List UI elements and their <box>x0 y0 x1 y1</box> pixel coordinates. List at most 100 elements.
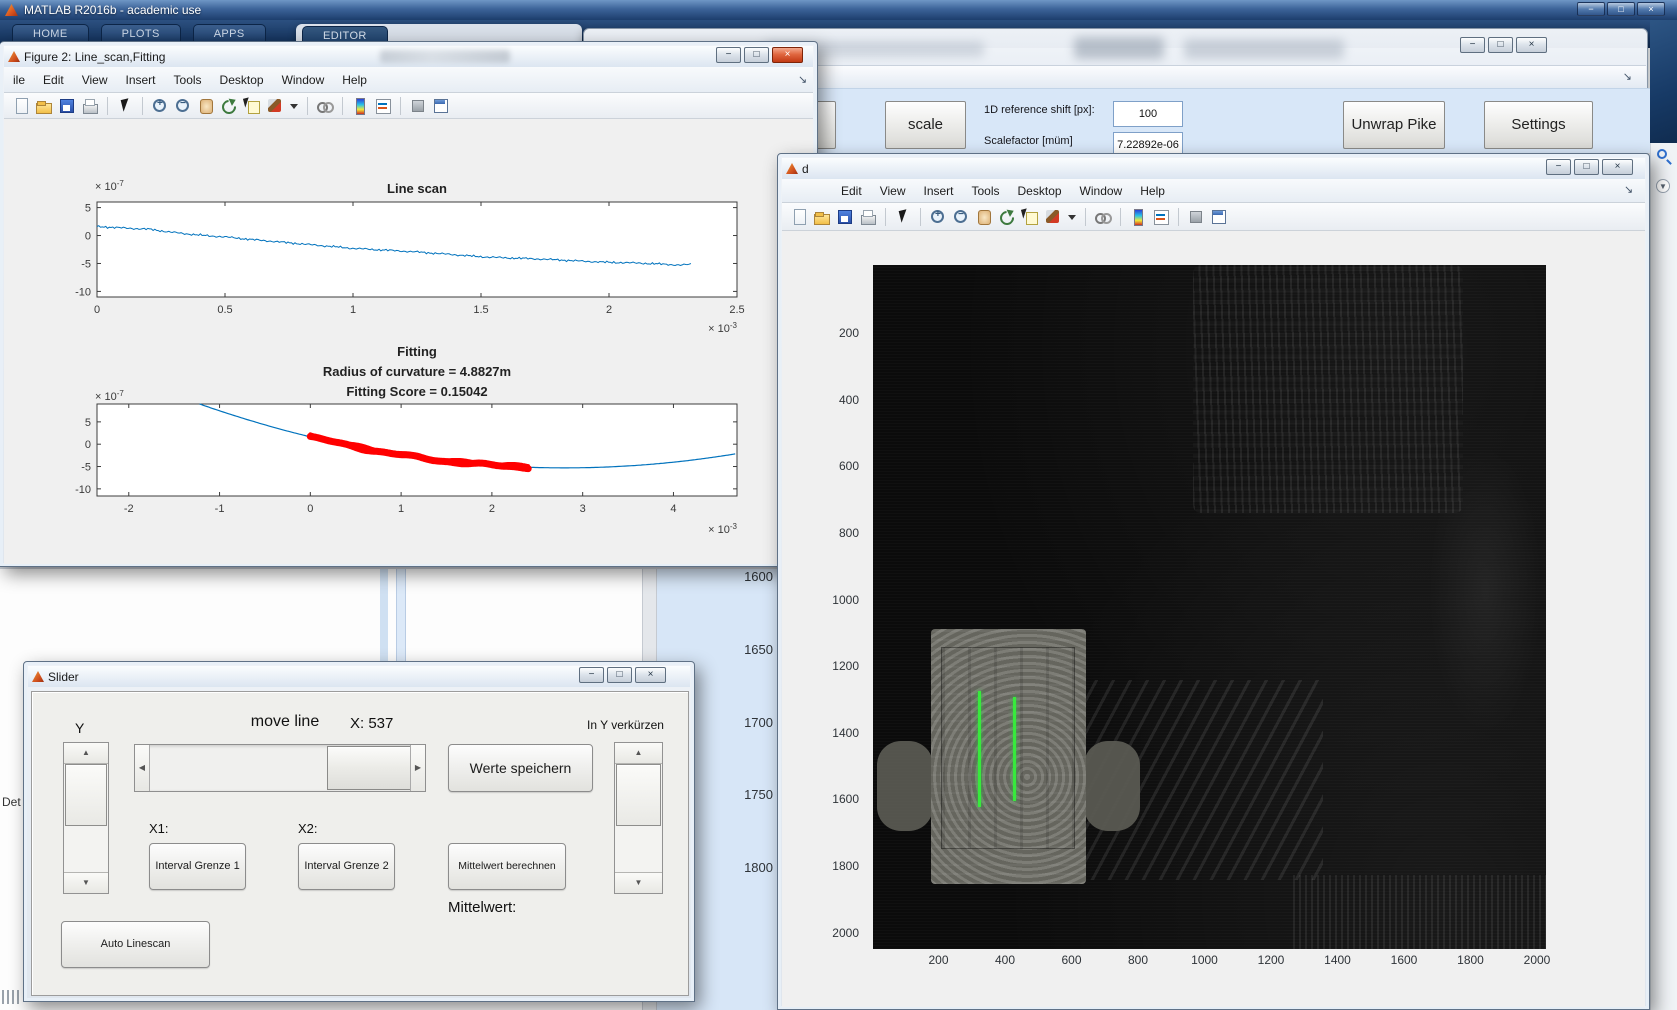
maximize-button[interactable]: □ <box>1574 159 1599 175</box>
down-arrow-icon[interactable]: ▼ <box>615 872 662 893</box>
menu-item[interactable]: Tools <box>165 73 211 87</box>
data-cursor-icon[interactable] <box>243 97 261 115</box>
maximize-button[interactable]: □ <box>744 47 769 63</box>
dock-arrow-icon[interactable]: ↘ <box>1623 70 1632 83</box>
svg-text:× 10-3: × 10-3 <box>708 321 737 335</box>
toolstrip-right-edge <box>1650 20 1677 143</box>
axis-tick-label: 400 <box>980 953 1030 967</box>
rightfig-titlebar[interactable]: d <box>782 158 1645 179</box>
minimize-button[interactable]: − <box>716 47 741 63</box>
menu-item[interactable]: Insert <box>914 184 962 198</box>
dock-arrow-icon[interactable]: ↘ <box>1624 183 1633 196</box>
dock-gray-icon[interactable] <box>1187 208 1205 226</box>
dock-window-icon[interactable] <box>432 97 450 115</box>
mittelwert-berechnen-button[interactable]: Mittelwert berechnen <box>448 843 566 890</box>
menu-item[interactable]: Desktop <box>1009 184 1071 198</box>
new-doc-icon[interactable] <box>12 97 30 115</box>
menu-item[interactable]: Help <box>333 73 376 87</box>
open-folder-icon[interactable] <box>35 97 53 115</box>
left-arrow-icon[interactable]: ◀ <box>135 745 150 791</box>
menu-item[interactable]: Insert <box>117 73 165 87</box>
minimize-button[interactable]: − <box>1577 2 1605 16</box>
save-icon[interactable] <box>836 208 854 226</box>
y-slider[interactable]: ▲ ▼ <box>63 742 109 894</box>
auto-linescan-button[interactable]: Auto Linescan <box>61 921 210 968</box>
maximize-button[interactable]: □ <box>607 667 632 683</box>
pan-icon[interactable] <box>975 208 993 226</box>
cursor-icon[interactable] <box>116 97 134 115</box>
pan-icon[interactable] <box>197 97 215 115</box>
in-y-slider-thumb[interactable] <box>616 764 661 826</box>
rotate-3d-icon[interactable] <box>998 208 1016 226</box>
menu-item[interactable]: Edit <box>832 184 871 198</box>
dock-arrow-icon[interactable]: ↘ <box>798 73 807 86</box>
unwrap-pike-button[interactable]: Unwrap Pike <box>1343 101 1445 149</box>
right-arrow-icon[interactable]: ▶ <box>410 745 425 791</box>
ref-shift-input[interactable] <box>1113 101 1183 127</box>
menu-item[interactable]: Tools <box>963 184 1009 198</box>
figure2-canvas: 00.511.522.550-5-10Line scan× 10-7× 10-3… <box>4 119 813 564</box>
close-button[interactable]: × <box>1637 2 1665 16</box>
colorbar-icon[interactable] <box>351 97 369 115</box>
menu-item[interactable]: View <box>871 184 915 198</box>
menu-item[interactable]: Edit <box>34 73 73 87</box>
dock-gray-icon[interactable] <box>409 97 427 115</box>
interval-grenze-2-button[interactable]: Interval Grenze 2 <box>298 843 395 890</box>
legend-icon[interactable] <box>1152 208 1170 226</box>
up-arrow-icon[interactable]: ▲ <box>64 743 108 764</box>
close-button[interactable]: × <box>635 667 666 683</box>
close-button[interactable]: × <box>772 47 803 63</box>
svg-text:Line scan: Line scan <box>387 181 447 196</box>
up-arrow-icon[interactable]: ▲ <box>615 743 662 764</box>
zoom-out-icon[interactable] <box>952 208 970 226</box>
toolbar-separator <box>342 97 343 115</box>
scale-button[interactable]: scale <box>885 101 966 149</box>
move-line-slider-thumb[interactable] <box>327 746 413 790</box>
colorbar-icon[interactable] <box>1129 208 1147 226</box>
rotate-3d-icon[interactable] <box>220 97 238 115</box>
menu-item[interactable]: ile <box>4 73 34 87</box>
y-slider-thumb[interactable] <box>65 764 107 826</box>
werte-speichern-button[interactable]: Werte speichern <box>448 744 593 792</box>
brush-icon[interactable] <box>1044 208 1062 226</box>
close-button[interactable]: × <box>1516 37 1547 53</box>
search-icon[interactable] <box>1657 149 1667 159</box>
interval-grenze-1-button[interactable]: Interval Grenze 1 <box>149 843 246 890</box>
move-line-slider[interactable]: ◀ ▶ <box>134 744 426 792</box>
menu-item[interactable]: Help <box>1131 184 1174 198</box>
menu-item[interactable]: View <box>73 73 117 87</box>
menu-item[interactable]: Desktop <box>211 73 273 87</box>
minimize-button[interactable]: − <box>579 667 604 683</box>
cursor-icon[interactable] <box>894 208 912 226</box>
down-arrow-icon[interactable]: ▼ <box>64 872 108 893</box>
open-folder-icon[interactable] <box>813 208 831 226</box>
data-cursor-icon[interactable] <box>1021 208 1039 226</box>
matlab-titlebar: MATLAB R2016b - academic use − □ × <box>0 0 1677 20</box>
print-icon[interactable] <box>81 97 99 115</box>
maximize-button[interactable]: □ <box>1607 2 1635 16</box>
close-button[interactable]: × <box>1602 159 1633 175</box>
in-y-slider[interactable]: ▲ ▼ <box>614 742 663 894</box>
maximize-button[interactable]: □ <box>1488 37 1513 53</box>
brush-icon[interactable] <box>266 97 284 115</box>
legend-icon[interactable] <box>374 97 392 115</box>
zoom-out-icon[interactable] <box>174 97 192 115</box>
minimize-button[interactable]: − <box>1460 37 1485 53</box>
save-icon[interactable] <box>58 97 76 115</box>
chevron-down-icon[interactable]: ▼ <box>1656 179 1670 193</box>
dock-window-icon[interactable] <box>1210 208 1228 226</box>
menu-item[interactable]: Window <box>1071 184 1132 198</box>
zoom-in-icon[interactable] <box>151 97 169 115</box>
caret-down-icon[interactable] <box>1067 208 1077 226</box>
menu-item[interactable]: Window <box>273 73 334 87</box>
caret-down-icon[interactable] <box>289 97 299 115</box>
print-icon[interactable] <box>859 208 877 226</box>
settings-button[interactable]: Settings <box>1484 101 1593 149</box>
zoom-in-icon[interactable] <box>929 208 947 226</box>
link-plot-icon[interactable] <box>1094 208 1112 226</box>
link-plot-icon[interactable] <box>316 97 334 115</box>
new-doc-icon[interactable] <box>790 208 808 226</box>
resize-grip-icon[interactable] <box>2 990 20 1004</box>
minimize-button[interactable]: − <box>1546 159 1571 175</box>
figure2-titlebar[interactable]: Figure 2: Line_scan,Fitting <box>4 46 813 67</box>
